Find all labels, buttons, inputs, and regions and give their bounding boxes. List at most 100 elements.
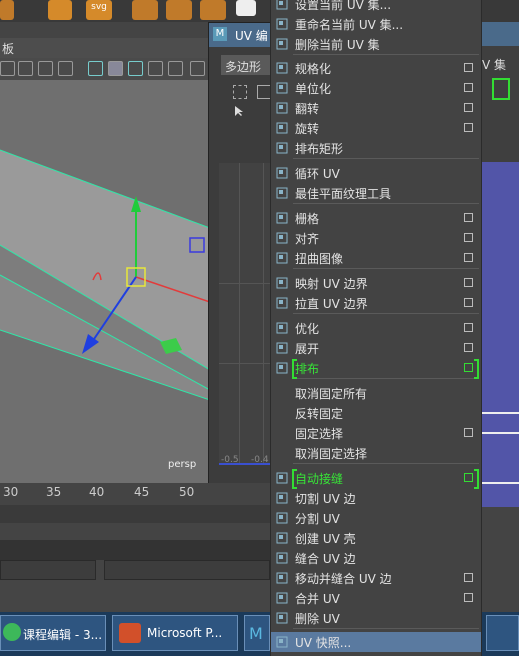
result-field[interactable] [104,560,270,580]
taskbar-item-label: Microsoft P... [147,626,223,640]
optimize-icon [276,322,288,334]
option-box-icon[interactable] [464,343,473,352]
menu-item[interactable]: 优化 [271,318,481,338]
menu-item[interactable]: 重命名当前 UV 集... [271,14,481,34]
powerpoint-icon [119,623,141,643]
option-box-icon[interactable] [464,473,473,482]
menu-item[interactable]: 合并 UV [271,588,481,608]
option-box-icon[interactable] [464,428,473,437]
maya-icon: M [213,27,227,41]
option-box-icon[interactable] [464,83,473,92]
option-box-icon[interactable] [464,363,473,372]
menu-item[interactable]: 固定选择 [271,423,481,443]
menu-item-label: 取消固定选择 [295,447,368,461]
menu-item[interactable]: 移动并缝合 UV 边 [271,568,481,588]
option-box-icon[interactable] [464,593,473,602]
menu-item[interactable]: 单位化 [271,78,481,98]
menu-item[interactable]: 排布 [271,358,481,379]
shaded-icon[interactable] [38,61,53,76]
menu-item[interactable]: 自动接缝 [271,468,481,489]
perspective-viewport[interactable]: persp [0,80,210,483]
option-box-icon[interactable] [464,573,473,582]
shelf-bridge-icon[interactable] [166,0,192,20]
menu-item[interactable]: 规格化 [271,58,481,78]
viewport-title-bar: 板 [0,38,210,58]
help-line [0,580,270,612]
menu-item[interactable]: 设置当前 UV 集... [271,0,481,14]
option-box-icon[interactable] [464,213,473,222]
snapshot-icon [276,636,288,648]
menu-item-label: 合并 UV [295,592,340,606]
taskbar-item-maya[interactable]: M [244,615,270,651]
menu-item[interactable]: 翻转 [271,98,481,118]
option-box-icon[interactable] [464,298,473,307]
viewport-scene: persp [0,149,210,470]
move-uv-icon[interactable] [257,85,271,99]
menu-item[interactable]: 缝合 UV 边 [271,548,481,568]
shelf-bevel-icon[interactable] [132,0,158,20]
menu-item[interactable]: 映射 UV 边界 [271,273,481,293]
display-icon[interactable] [0,61,15,76]
option-box-icon[interactable] [464,123,473,132]
camera-icon[interactable] [190,61,205,76]
option-box-icon[interactable] [464,233,473,242]
texture-icon[interactable] [58,61,73,76]
taskbar-item-course[interactable]: 课程编辑 - 3... [0,615,106,651]
viewport-icon-bar [0,58,210,80]
menu-item[interactable]: 删除 UV [271,608,481,628]
menu-item-label: UV 快照... [295,636,352,650]
shadow-icon[interactable] [148,61,163,76]
flip-icon [276,102,288,114]
mel-field[interactable] [0,560,96,580]
menu-item[interactable]: 切割 UV 边 [271,488,481,508]
shelf-extrude-icon[interactable] [200,0,226,20]
shelf-text-icon[interactable] [48,0,72,20]
menu-item[interactable]: 对齐 [271,228,481,248]
normalize-icon [276,62,288,74]
cube-solid-icon[interactable] [108,61,123,76]
uv-set-toggle-icon[interactable] [492,78,510,100]
uv-editor-window[interactable]: M UV 编 多边形 -0.5 -0.4 [208,22,278,498]
menu-item-label: 规格化 [295,62,332,76]
uv-grid[interactable]: -0.5 -0.4 [219,163,277,465]
command-line[interactable] [0,540,270,560]
taskbar-item-powerpoint[interactable]: Microsoft P... [112,615,238,651]
menu-item[interactable]: 取消固定所有 [271,383,481,403]
option-box-icon[interactable] [464,323,473,332]
menu-item[interactable]: UV 快照... [271,632,481,652]
menu-item[interactable]: 扭曲图像 [271,248,481,268]
light-icon[interactable] [128,61,143,76]
menu-item[interactable]: 循环 UV [271,163,481,183]
shelf-box-icon[interactable] [0,0,14,20]
checker-icon[interactable] [168,61,183,76]
menu-item[interactable]: 栅格 [271,208,481,228]
menu-item-label: 对齐 [295,232,320,246]
cube-icon[interactable] [88,61,103,76]
menu-item[interactable]: 创建 UV 壳 [271,528,481,548]
menu-separator [293,158,479,159]
menu-item[interactable]: 排布矩形 [271,138,481,158]
timeline[interactable]: 30 35 40 45 50 [0,483,270,503]
shelf-svg-icon[interactable]: svg [86,0,112,20]
uv-window-titlebar[interactable]: M UV 编 [209,23,277,47]
option-box-icon[interactable] [464,103,473,112]
shelf-grid-icon[interactable] [236,0,256,16]
option-box-icon[interactable] [464,278,473,287]
menu-item[interactable]: 拉直 UV 边界 [271,293,481,313]
menu-item[interactable]: 删除当前 UV 集 [271,34,481,54]
menu-item[interactable]: 最佳平面纹理工具 [271,183,481,203]
wireframe-icon[interactable] [18,61,33,76]
menu-item[interactable]: 分割 UV [271,508,481,528]
option-box-icon[interactable] [464,63,473,72]
menu-item[interactable]: 反转固定 [271,403,481,423]
range-slider[interactable] [0,505,270,523]
option-box-icon[interactable] [464,253,473,262]
cursor-icon[interactable] [233,105,247,117]
select-uv-icon[interactable] [233,85,247,99]
taskbar-item-other[interactable] [486,615,519,651]
uv-set-list[interactable] [482,162,519,507]
menu-item[interactable]: 取消固定选择 [271,443,481,463]
menu-item[interactable]: 展开 [271,338,481,358]
uv-tab[interactable]: 多边形 [221,55,277,75]
menu-item[interactable]: 旋转 [271,118,481,138]
